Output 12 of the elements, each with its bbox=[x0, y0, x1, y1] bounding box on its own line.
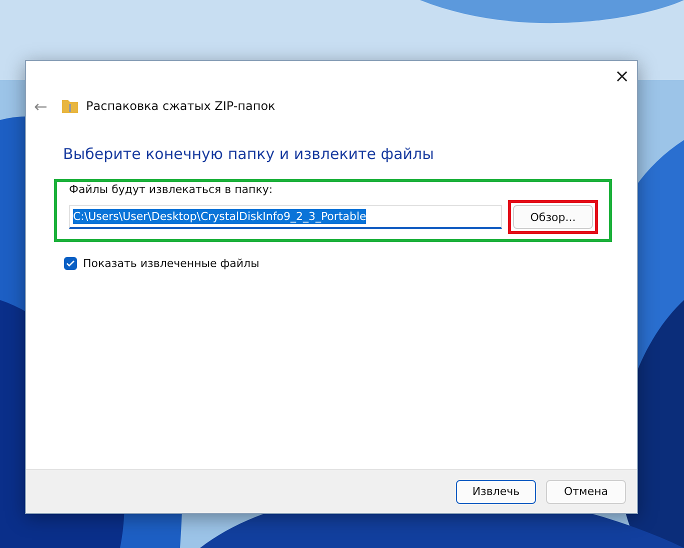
browse-button[interactable]: Обзор... bbox=[513, 205, 593, 229]
checkbox-label: Показать извлеченные файлы bbox=[83, 257, 260, 270]
dialog-button[interactable]: Отмена bbox=[546, 480, 626, 504]
window-title: Распаковка сжатых ZIP-папок bbox=[86, 99, 276, 113]
path-field[interactable]: C:\Users\User\Desktop\CrystalDiskInfo9_2_3_Portable bbox=[69, 205, 502, 229]
heading: Выберите конечную папку и извлеките файлы bbox=[63, 145, 435, 163]
back-button[interactable]: ← bbox=[34, 96, 50, 116]
field-label: Файлы будут извлекаться в папку: bbox=[69, 183, 273, 196]
zip-folder-icon bbox=[62, 99, 78, 113]
dialog-button[interactable]: Извлечь bbox=[456, 480, 536, 504]
close-button[interactable]: × bbox=[607, 61, 637, 91]
checkbox[interactable] bbox=[64, 257, 77, 270]
